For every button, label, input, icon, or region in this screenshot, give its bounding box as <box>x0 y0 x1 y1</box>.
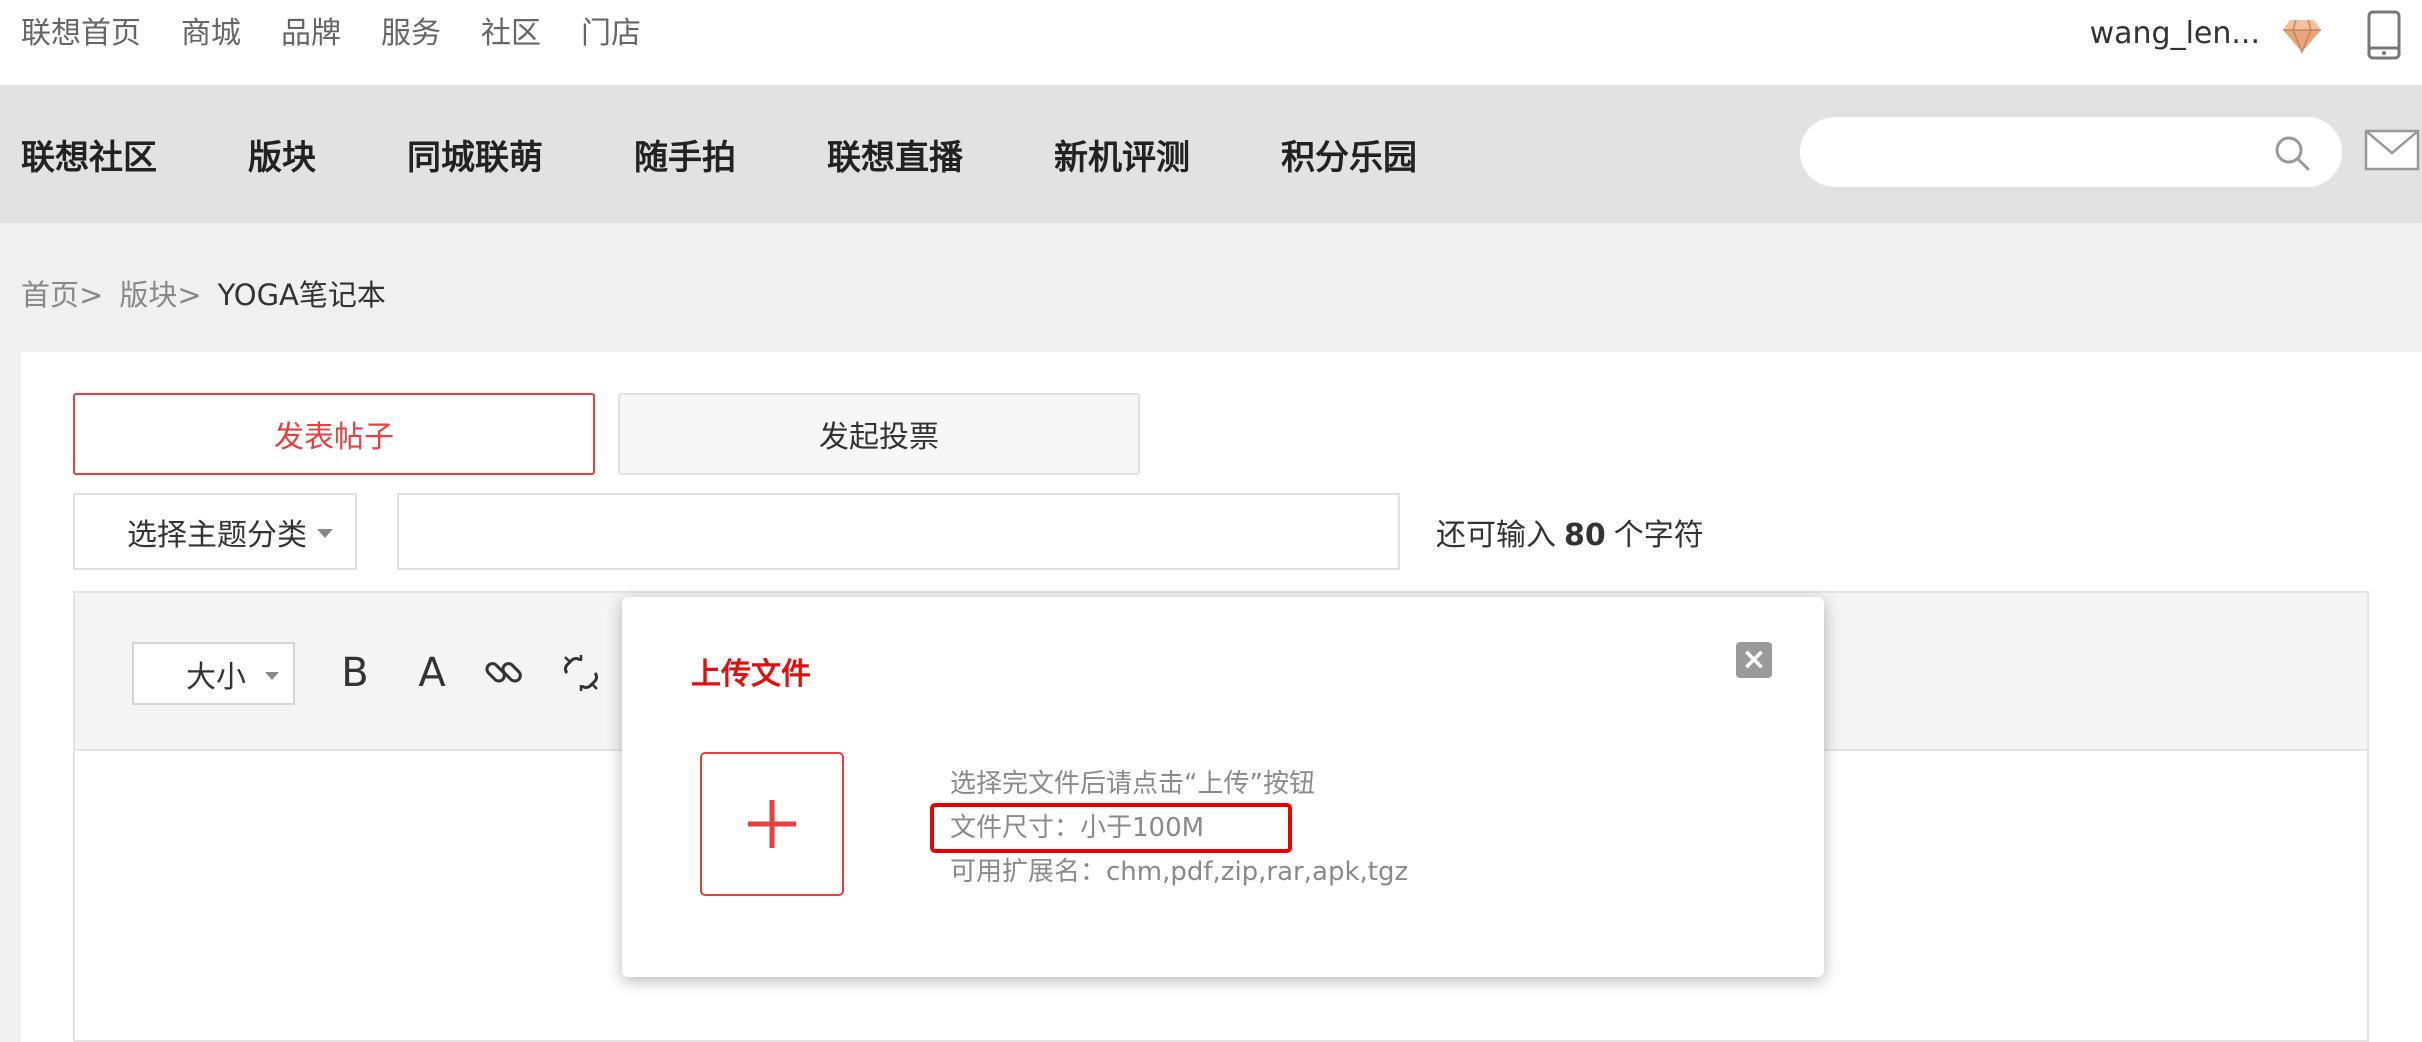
top-nav-brand[interactable]: 品牌 <box>281 10 341 58</box>
font-color-button[interactable]: A <box>407 643 457 703</box>
main-nav: 联想社区 版块 同城联萌 随手拍 联想直播 新机评测 积分乐园 <box>0 85 2422 223</box>
char-counter-suffix: 个字符 <box>1613 518 1704 553</box>
mobile-phone-icon[interactable] <box>2366 10 2402 60</box>
remove-link-button[interactable] <box>556 643 606 703</box>
tab-post[interactable]: 发表帖子 <box>73 393 595 475</box>
chevron-down-icon <box>317 529 333 538</box>
add-file-button[interactable] <box>700 752 844 896</box>
main-nav-reviews[interactable]: 新机评测 <box>1054 130 1190 179</box>
breadcrumb-sections[interactable]: 版块> <box>119 272 201 314</box>
main-nav-points[interactable]: 积分乐园 <box>1281 130 1417 179</box>
allowed-extensions: 可用扩展名：chm,pdf,zip,rar,apk,tgz <box>950 857 1409 887</box>
title-input[interactable] <box>397 493 1400 570</box>
bold-button[interactable]: B <box>330 643 380 703</box>
top-nav-home[interactable]: 联想首页 <box>21 10 141 58</box>
top-bar: 联想首页 商城 品牌 服务 社区 门店 wang_len... <box>0 0 2422 85</box>
topic-category-label: 选择主题分类 <box>127 517 307 553</box>
font-color-icon: A <box>418 650 446 696</box>
main-nav-community[interactable]: 联想社区 <box>21 130 157 179</box>
plus-icon <box>748 800 796 848</box>
breadcrumb-home[interactable]: 首页> <box>21 272 103 314</box>
link-icon <box>485 662 522 683</box>
diamond-icon[interactable] <box>2282 18 2322 54</box>
username-link[interactable]: wang_len... <box>2090 10 2260 58</box>
highlight-box <box>930 803 1292 853</box>
upload-hint: 选择完文件后请点击“上传”按钮 <box>950 769 1315 799</box>
close-icon: × <box>1741 642 1767 677</box>
font-size-label: 大小 <box>186 659 246 695</box>
breadcrumb-current: YOGA笔记本 <box>217 278 386 312</box>
top-nav-shop[interactable]: 商城 <box>181 10 241 58</box>
topic-category-select[interactable]: 选择主题分类 <box>73 493 357 570</box>
breadcrumb: 首页> 版块> YOGA笔记本 <box>21 272 386 314</box>
top-nav-community[interactable]: 社区 <box>481 10 541 58</box>
main-nav-sections[interactable]: 版块 <box>248 130 316 179</box>
main-nav-live[interactable]: 联想直播 <box>827 130 963 179</box>
close-button[interactable]: × <box>1736 642 1772 678</box>
top-nav-stores[interactable]: 门店 <box>581 10 641 58</box>
chevron-down-icon <box>265 672 279 680</box>
char-counter-value: 80 <box>1564 518 1606 553</box>
char-counter: 还可输入 80 个字符 <box>1436 510 1704 554</box>
main-nav-local[interactable]: 同城联萌 <box>407 130 543 179</box>
font-size-select[interactable]: 大小 <box>132 642 295 705</box>
tab-vote[interactable]: 发起投票 <box>618 393 1140 475</box>
main-nav-items: 联想社区 版块 同城联萌 随手拍 联想直播 新机评测 积分乐园 <box>21 85 1508 223</box>
mail-icon[interactable] <box>2364 129 2420 171</box>
dialog-title: 上传文件 <box>691 657 811 692</box>
unlink-icon <box>564 655 598 691</box>
char-counter-prefix: 还可输入 <box>1436 518 1556 553</box>
top-nav: 联想首页 商城 品牌 服务 社区 门店 <box>21 10 681 58</box>
search-icon[interactable] <box>2274 135 2310 171</box>
upload-file-dialog: 上传文件 × 选择完文件后请点击“上传”按钮 文件尺寸：小于100M 可用扩展名… <box>622 597 1824 977</box>
top-nav-service[interactable]: 服务 <box>381 10 441 58</box>
search-input[interactable] <box>1800 117 2342 187</box>
bold-icon: B <box>341 650 369 696</box>
main-nav-snapshots[interactable]: 随手拍 <box>634 130 736 179</box>
insert-link-button[interactable] <box>479 643 529 703</box>
